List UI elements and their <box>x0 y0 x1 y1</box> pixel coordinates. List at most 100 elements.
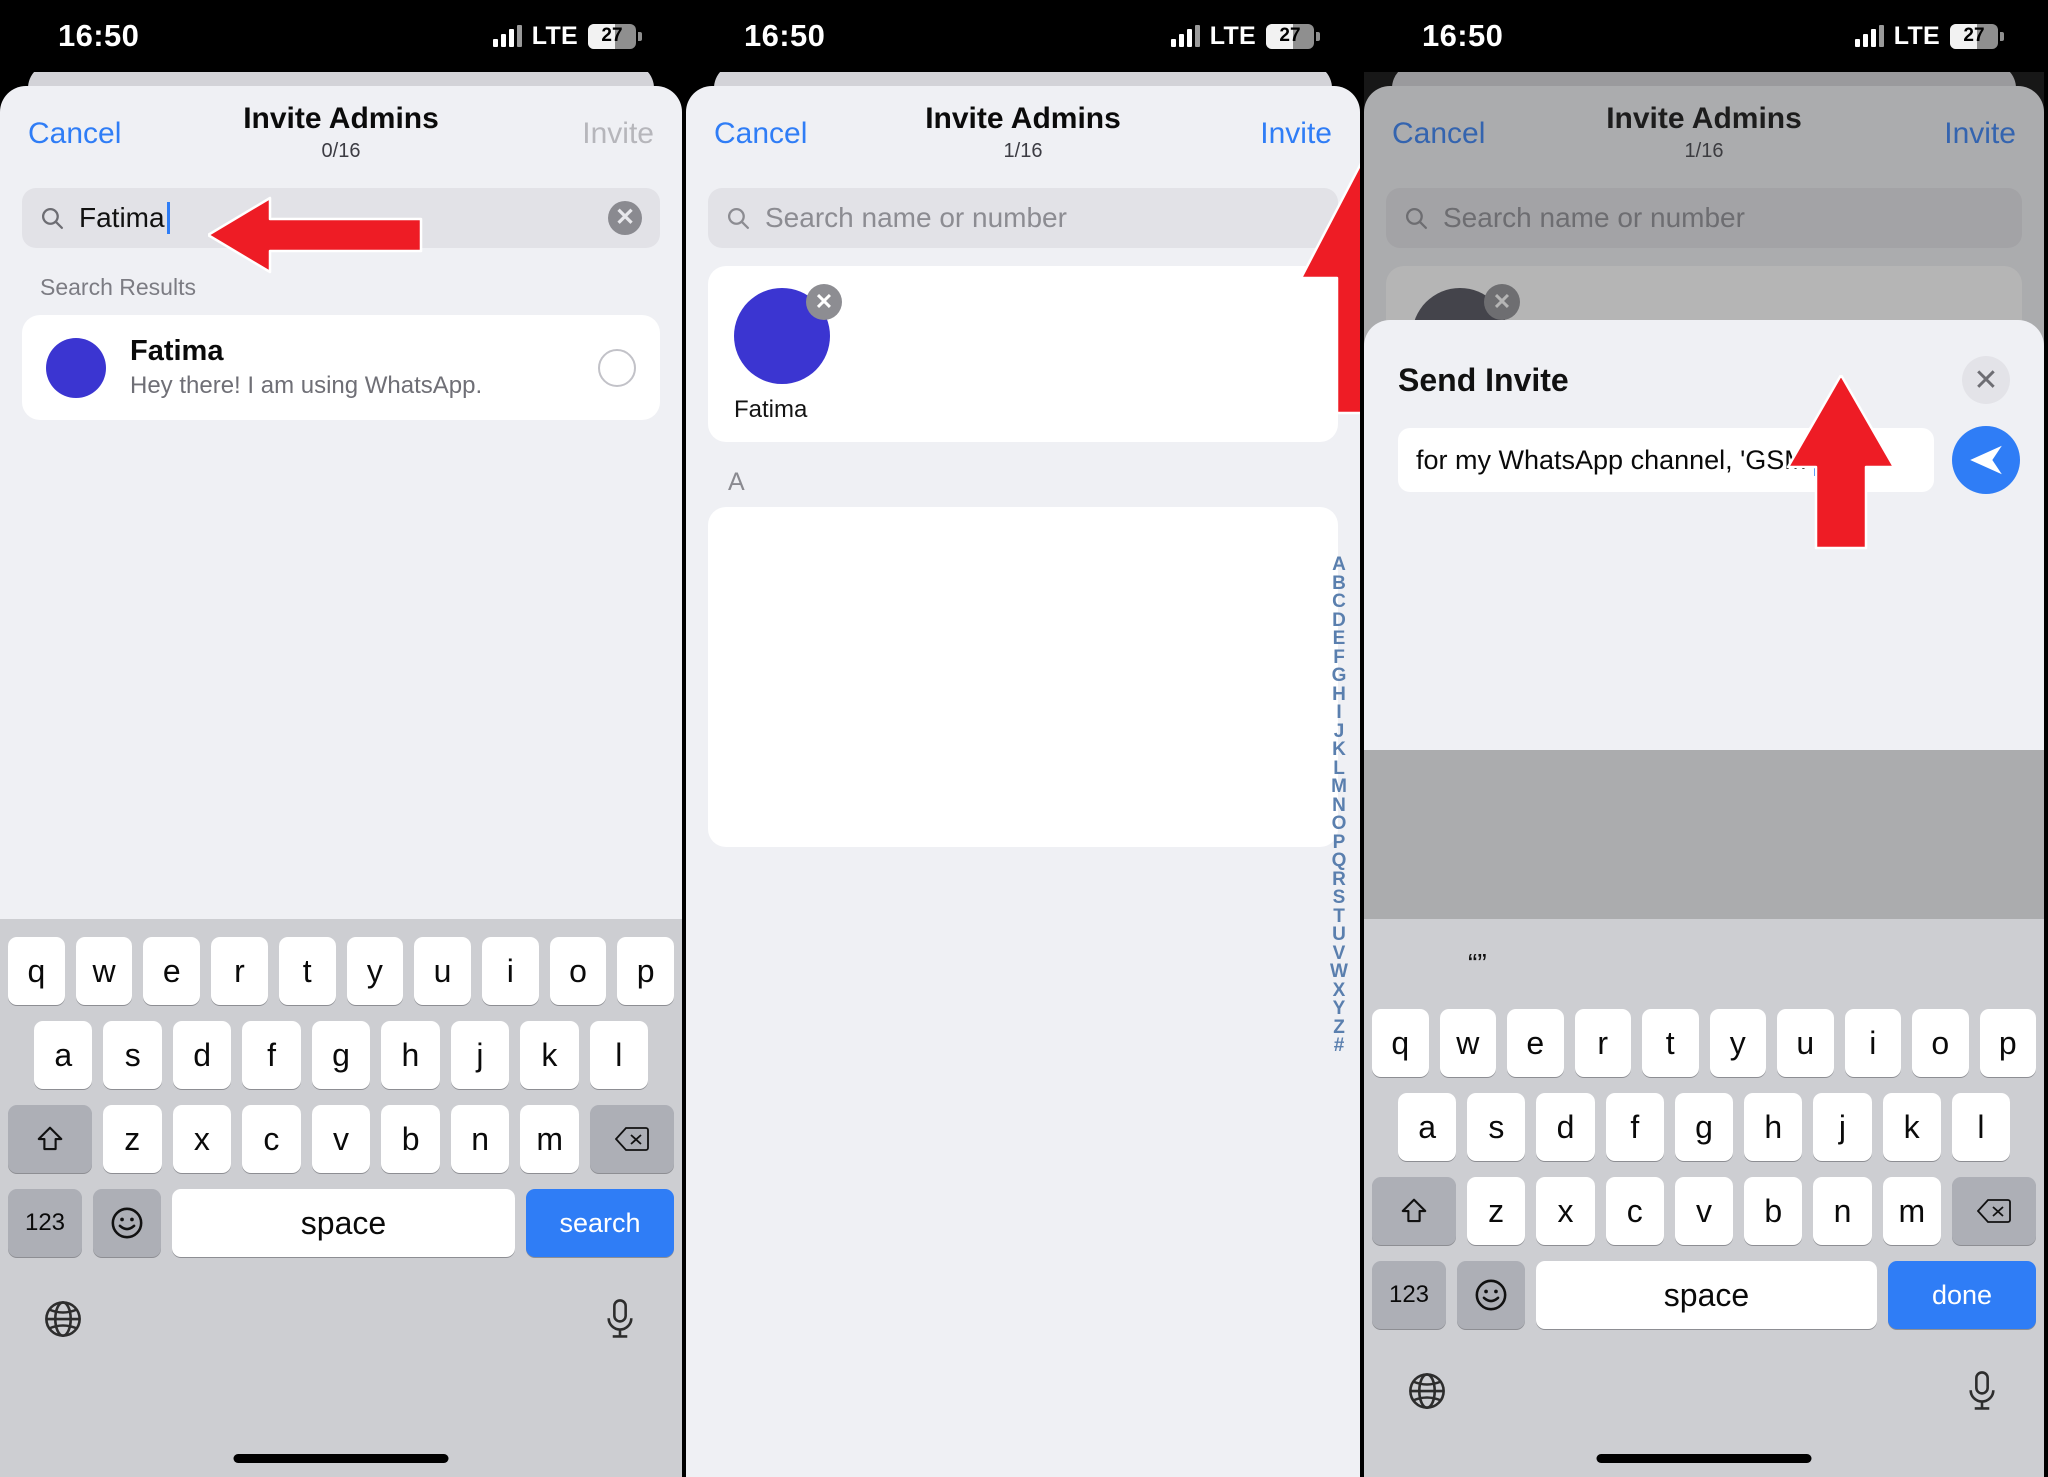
emoji-key[interactable] <box>93 1189 161 1257</box>
alphabet-index[interactable]: A B C D E F G H I J K L M N O P Q R S T U V W X Y Z # <box>1324 555 1354 1056</box>
key-v[interactable]: v <box>1674 1177 1734 1245</box>
numbers-key[interactable]: 123 <box>1372 1261 1446 1329</box>
numbers-key[interactable]: 123 <box>8 1189 82 1257</box>
key-w[interactable]: w <box>75 937 133 1005</box>
alpha-index-U[interactable]: U <box>1332 925 1346 945</box>
key-n[interactable]: n <box>450 1105 510 1173</box>
key-r[interactable]: r <box>211 937 268 1005</box>
key-a[interactable]: a <box>1398 1093 1457 1161</box>
key-r[interactable]: r <box>1574 1009 1631 1077</box>
key-x[interactable]: x <box>1536 1177 1595 1245</box>
shift-key[interactable] <box>1372 1177 1457 1245</box>
key-n[interactable]: n <box>1813 1177 1872 1245</box>
backspace-key[interactable] <box>1951 1177 2036 1245</box>
key-z[interactable]: z <box>1467 1177 1526 1245</box>
key-e[interactable]: e <box>1507 1009 1564 1077</box>
key-s[interactable]: s <box>1467 1093 1526 1161</box>
selected-contact-chip[interactable]: ✕ Fatima <box>734 284 844 424</box>
key-t[interactable]: t <box>278 937 336 1005</box>
shift-icon <box>1401 1198 1427 1223</box>
key-o[interactable]: o <box>1912 1009 1969 1077</box>
alpha-index-Q[interactable]: Q <box>1332 851 1347 871</box>
alpha-index-M[interactable]: M <box>1331 777 1347 797</box>
cancel-button[interactable]: Cancel <box>714 117 807 151</box>
key-u[interactable]: u <box>414 937 471 1005</box>
clear-search-button[interactable]: ✕ <box>608 201 642 235</box>
key-p[interactable]: p <box>1979 1009 2036 1077</box>
key-b[interactable]: b <box>1744 1177 1803 1245</box>
key-j[interactable]: j <box>450 1021 510 1089</box>
key-s[interactable]: s <box>103 1021 162 1089</box>
key-d[interactable]: d <box>1536 1093 1595 1161</box>
emoji-key[interactable] <box>1457 1261 1525 1329</box>
key-m[interactable]: m <box>1882 1177 1941 1245</box>
key-y[interactable]: y <box>1709 1009 1766 1077</box>
key-j[interactable]: j <box>1813 1093 1872 1161</box>
alpha-index-K[interactable]: K <box>1332 740 1346 760</box>
alpha-index-O[interactable]: O <box>1332 814 1347 834</box>
key-h[interactable]: h <box>381 1021 440 1089</box>
key-g[interactable]: g <box>1674 1093 1734 1161</box>
globe-key[interactable] <box>1406 1370 1448 1412</box>
key-f[interactable]: f <box>1605 1093 1664 1161</box>
prediction-1[interactable]: “” <box>1364 948 1591 980</box>
key-o[interactable]: o <box>549 937 607 1005</box>
space-key[interactable]: space <box>1536 1261 1877 1329</box>
alpha-index-Y[interactable]: Y <box>1333 999 1346 1019</box>
key-z[interactable]: z <box>102 1105 162 1173</box>
key-c[interactable]: c <box>1605 1177 1664 1245</box>
invite-button[interactable]: Invite <box>1260 117 1332 151</box>
search-input[interactable]: Search name or number <box>708 188 1338 248</box>
alpha-index-W[interactable]: W <box>1330 962 1348 982</box>
remove-contact-button[interactable]: ✕ <box>806 284 842 320</box>
search-action-key[interactable]: search <box>526 1189 674 1257</box>
key-i[interactable]: i <box>1844 1009 1901 1077</box>
key-u[interactable]: u <box>1777 1009 1834 1077</box>
key-l[interactable]: l <box>589 1021 648 1089</box>
key-x[interactable]: x <box>172 1105 232 1173</box>
send-button[interactable] <box>1952 426 2020 494</box>
alpha-index-G[interactable]: G <box>1332 666 1347 686</box>
key-g[interactable]: g <box>311 1021 371 1089</box>
key-l[interactable]: l <box>1951 1093 2010 1161</box>
key-y[interactable]: y <box>346 937 404 1005</box>
key-a[interactable]: a <box>34 1021 93 1089</box>
key-q[interactable]: q <box>1372 1009 1429 1077</box>
invite-button[interactable]: Invite <box>582 117 654 151</box>
home-indicator <box>233 1454 449 1463</box>
key-e[interactable]: e <box>143 937 201 1005</box>
key-t[interactable]: t <box>1642 1009 1699 1077</box>
key-k[interactable]: k <box>1882 1093 1941 1161</box>
key-h[interactable]: h <box>1744 1093 1803 1161</box>
key-p[interactable]: p <box>617 937 675 1005</box>
alpha-index-C[interactable]: C <box>1332 592 1346 612</box>
cancel-button[interactable]: Cancel <box>28 117 121 151</box>
key-m[interactable]: m <box>520 1105 580 1173</box>
key-i[interactable]: i <box>481 937 539 1005</box>
key-k[interactable]: k <box>520 1021 579 1089</box>
done-action-key[interactable]: done <box>1888 1261 2036 1329</box>
shift-key[interactable] <box>7 1105 92 1173</box>
space-key[interactable]: space <box>172 1189 515 1257</box>
select-contact-radio[interactable] <box>598 348 636 387</box>
key-w[interactable]: w <box>1439 1009 1496 1077</box>
key-f[interactable]: f <box>242 1021 301 1089</box>
mic-key[interactable] <box>1962 1370 2002 1412</box>
backspace-key[interactable] <box>590 1105 675 1173</box>
alpha-index-S[interactable]: S <box>1333 888 1346 908</box>
key-b[interactable]: b <box>381 1105 440 1173</box>
list-item[interactable]: Fatima Hey there! I am using WhatsApp. <box>22 315 660 420</box>
keyboard-row-3: z x c v b n m <box>1364 1177 2044 1245</box>
globe-key[interactable] <box>42 1298 84 1340</box>
key-v[interactable]: v <box>311 1105 371 1173</box>
mic-key[interactable] <box>600 1298 640 1340</box>
alpha-index-A[interactable]: A <box>1332 555 1346 575</box>
key-q[interactable]: q <box>7 937 65 1005</box>
alpha-index-E[interactable]: E <box>1333 629 1346 649</box>
status-bar: 16:50 LTE 27 <box>1364 0 2044 72</box>
alpha-index-#[interactable]: # <box>1334 1036 1345 1056</box>
close-icon[interactable]: ✕ <box>1962 356 2010 404</box>
key-d[interactable]: d <box>172 1021 232 1089</box>
key-c[interactable]: c <box>242 1105 301 1173</box>
alpha-index-I[interactable]: I <box>1336 703 1341 723</box>
